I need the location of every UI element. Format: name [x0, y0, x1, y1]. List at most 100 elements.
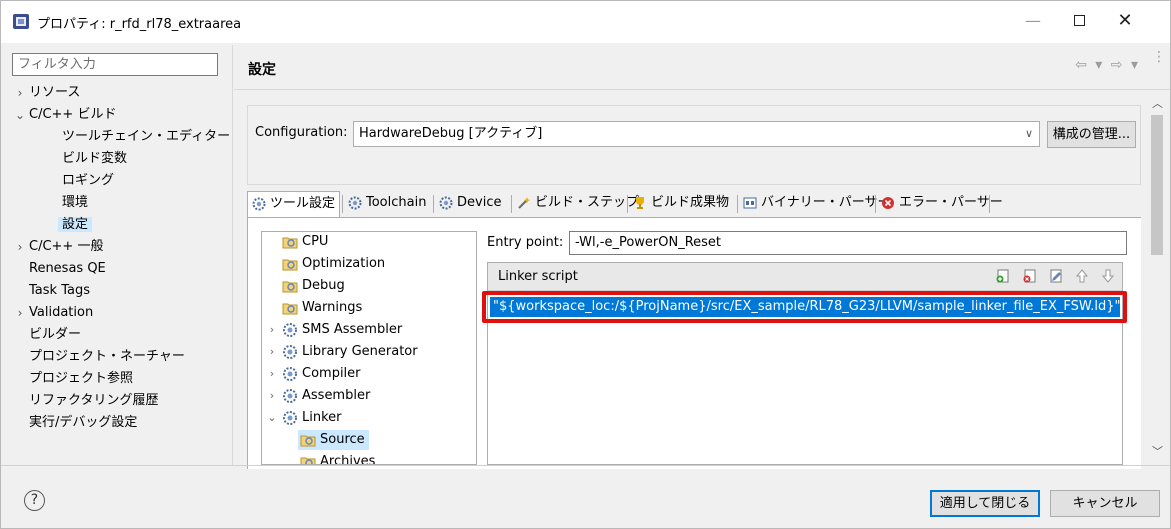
tree-item-task-tags[interactable]: Task Tags: [29, 281, 90, 301]
pane-splitter[interactable]: [232, 45, 233, 465]
wand-icon: [518, 197, 531, 209]
settings-page-icon: [300, 435, 316, 447]
tree-item-cpp-general[interactable]: › C/C++ 一般: [13, 237, 104, 257]
gear-icon: [283, 389, 297, 403]
move-up-icon[interactable]: [1074, 268, 1090, 284]
tab-build-artifact[interactable]: ビルド成果物: [629, 191, 729, 217]
tree-item-project-nature[interactable]: プロジェクト・ネーチャー: [29, 347, 185, 367]
tool-item-source[interactable]: Source: [298, 430, 369, 450]
binary-icon: [743, 197, 757, 209]
page-title: 設定: [248, 62, 276, 78]
tab-separator: [875, 195, 876, 213]
maximize-button[interactable]: [1056, 1, 1102, 43]
tab-separator: [627, 195, 628, 213]
help-button[interactable]: ?: [24, 490, 45, 511]
chevron-down-icon[interactable]: ⌄: [13, 105, 27, 125]
tab-error-parsers[interactable]: エラー・パーサー: [877, 191, 1003, 217]
close-button[interactable]: ✕: [1102, 1, 1148, 43]
apply-and-close-button[interactable]: 適用して閉じる: [930, 490, 1040, 517]
divider: [234, 89, 1170, 90]
chevron-down-icon[interactable]: ⌄: [266, 408, 278, 428]
tool-item-label: Warnings: [302, 300, 363, 315]
tree-item-validation[interactable]: › Validation: [13, 303, 94, 323]
tree-item-builder[interactable]: ビルダー: [29, 325, 81, 345]
configuration-select[interactable]: HardwareDebug [アクティブ] ∨: [353, 121, 1040, 147]
scroll-up-icon[interactable]: ︿: [1152, 95, 1163, 111]
chevron-right-icon[interactable]: ›: [13, 237, 27, 257]
history-nav-buttons[interactable]: ⇦ ▾ ⇨ ▾: [1075, 57, 1140, 73]
tab-separator: [433, 195, 434, 213]
filter-input[interactable]: フィルタ入力: [12, 53, 218, 76]
highlight-annotation: [482, 291, 1127, 323]
cancel-button[interactable]: キャンセル: [1050, 490, 1160, 517]
tool-item-sms-assembler[interactable]: › SMS Assembler: [266, 320, 402, 340]
more-options-icon[interactable]: ⋮: [1152, 50, 1166, 64]
scroll-thumb[interactable]: [1151, 115, 1163, 255]
manage-configurations-button[interactable]: 構成の管理...: [1047, 121, 1136, 148]
tree-item-renesas-qe[interactable]: Renesas QE: [29, 259, 106, 279]
tab-label: Device: [457, 195, 502, 210]
tab-label: エラー・パーサー: [899, 195, 1003, 210]
tool-item-linker[interactable]: ⌄ Linker: [266, 408, 342, 428]
chevron-down-icon: ∨: [1024, 127, 1033, 140]
tree-item-run-debug-settings[interactable]: 実行/デバッグ設定: [29, 413, 137, 433]
tab-separator: [989, 195, 990, 213]
gear-icon: [348, 196, 362, 210]
tree-item-cpp-build[interactable]: ⌄ C/C++ ビルド: [13, 105, 116, 125]
chevron-right-icon[interactable]: ›: [13, 303, 27, 323]
tool-item-label: Source: [320, 432, 365, 447]
scroll-down-icon[interactable]: ﹀: [1152, 443, 1163, 459]
tree-item-label: C/C++ 一般: [29, 239, 104, 254]
chevron-right-icon[interactable]: ›: [13, 83, 27, 103]
tree-item-logging[interactable]: ロギング: [62, 171, 114, 191]
tab-tool-settings[interactable]: ツール設定: [247, 191, 341, 218]
page-header: 設定 ⇦ ▾ ⇨ ▾ ⋮: [234, 45, 1170, 89]
tab-toolchain[interactable]: Toolchain: [344, 191, 426, 217]
chevron-right-icon[interactable]: ›: [266, 342, 278, 362]
tree-item-refactoring-history[interactable]: リファクタリング履歴: [29, 391, 158, 411]
tool-item-archives[interactable]: Archives: [298, 452, 375, 464]
app-icon: [13, 14, 29, 29]
entry-point-input[interactable]: -Wl,-e_PowerON_Reset: [569, 231, 1127, 255]
move-down-icon[interactable]: [1100, 268, 1116, 284]
tab-separator: [342, 195, 343, 213]
tree-item-settings[interactable]: 設定: [58, 215, 93, 235]
tool-item-optimization[interactable]: Optimization: [282, 254, 385, 274]
gear-icon: [283, 367, 297, 381]
tool-item-label: CPU: [302, 234, 329, 249]
tab-label: ビルド成果物: [651, 195, 730, 210]
minimize-button[interactable]: —: [1010, 1, 1056, 43]
configuration-label: Configuration:: [255, 125, 348, 140]
properties-dialog: プロパティ: r_rfd_rl78_extraarea — ✕ フィルタ入力 ›…: [0, 0, 1171, 529]
tool-item-compiler[interactable]: › Compiler: [266, 364, 361, 384]
tree-item-environment[interactable]: 環境: [62, 193, 88, 213]
add-icon[interactable]: [995, 268, 1011, 284]
chevron-right-icon[interactable]: ›: [266, 364, 278, 384]
settings-page-icon: [282, 259, 298, 271]
tree-item-build-variables[interactable]: ビルド変数: [62, 149, 127, 169]
tool-item-assembler[interactable]: › Assembler: [266, 386, 370, 406]
tool-item-cpu[interactable]: CPU: [282, 232, 328, 252]
tool-item-warnings[interactable]: Warnings: [282, 298, 362, 318]
tree-item-project-references[interactable]: プロジェクト参照: [29, 369, 133, 389]
gear-icon: [252, 197, 266, 211]
tree-item-toolchain-editor[interactable]: ツールチェイン・エディター: [62, 127, 230, 147]
gear-icon: [283, 323, 297, 337]
tool-item-debug[interactable]: Debug: [282, 276, 345, 296]
tool-item-label: Assembler: [302, 388, 371, 403]
edit-icon[interactable]: [1048, 268, 1064, 284]
tab-device[interactable]: Device: [435, 191, 501, 217]
tab-build-steps[interactable]: ビルド・ステップ: [513, 191, 639, 217]
linker-script-header: Linker script: [488, 263, 1122, 291]
tab-separator: [511, 195, 512, 213]
tool-item-label: Debug: [302, 278, 345, 293]
vertical-scrollbar[interactable]: ︿ ﹀: [1144, 93, 1170, 465]
chevron-right-icon[interactable]: ›: [266, 386, 278, 406]
chevron-right-icon[interactable]: ›: [266, 320, 278, 340]
tab-binary-parsers[interactable]: バイナリー・パーサー: [739, 191, 890, 217]
tree-item-resource[interactable]: › リソース: [13, 83, 81, 103]
delete-icon[interactable]: [1022, 268, 1038, 284]
tool-item-label: Library Generator: [302, 344, 418, 359]
tool-item-label: SMS Assembler: [302, 322, 403, 337]
tool-item-library-generator[interactable]: › Library Generator: [266, 342, 418, 362]
